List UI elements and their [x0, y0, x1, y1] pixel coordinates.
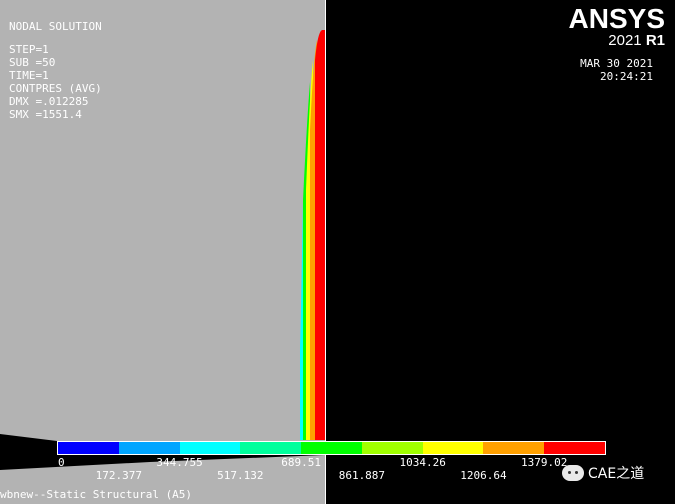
ansys-logo: ANSYS 2021 R1 [569, 5, 665, 49]
legend-swatch [118, 442, 180, 454]
info-step: STEP=1 [9, 43, 49, 56]
legend-label-bottom: 172.377 [95, 469, 142, 482]
legend-label-bottom: 1206.64 [460, 469, 507, 482]
watermark: CAE之道 [562, 463, 644, 483]
legend-swatch [422, 442, 484, 454]
wechat-icon [562, 465, 584, 481]
plot-title: NODAL SOLUTION [9, 20, 102, 33]
contour-legend-bar [57, 441, 606, 455]
legend-swatch [240, 442, 302, 454]
info-time: TIME=1 [9, 69, 49, 82]
legend-label-top: 1034.26 [399, 456, 446, 469]
logo-version-line: 2021 R1 [569, 33, 665, 49]
info-substep: SUB =50 [9, 56, 56, 69]
contour-red-band [315, 30, 325, 440]
watermark-text: CAE之道 [588, 466, 645, 482]
legend-label-bottom: 517.132 [217, 469, 264, 482]
footer-analysis-name: wbnew--Static Structural (A5) [0, 488, 193, 501]
timestamp-date: MAR 30 2021 [580, 57, 653, 70]
logo-version: 2021 [608, 32, 642, 49]
legend-label-top: 0 [58, 456, 65, 469]
legend-swatch [483, 442, 545, 454]
divider-line [325, 0, 326, 504]
legend-label-top: 689.51 [281, 456, 321, 469]
legend-label-bottom: 861.887 [338, 469, 386, 482]
info-smx: SMX =1551.4 [9, 108, 82, 121]
info-dmx: DMX =.012285 [9, 95, 89, 108]
legend-swatch [58, 442, 119, 454]
legend-label-top: 1379.02 [521, 456, 568, 469]
timestamp-time: 20:24:21 [600, 70, 653, 83]
info-result-type: CONTPRES (AVG) [9, 82, 102, 95]
legend-swatch [301, 442, 362, 454]
timestamp-block: MAR 30 2021 20:24:21 [580, 57, 653, 83]
legend-swatch [179, 442, 241, 454]
result-info-block: STEP=1 SUB =50 TIME=1 CONTPRES (AVG) DMX… [9, 43, 102, 121]
logo-release: R1 [645, 32, 665, 49]
legend-swatch [544, 442, 606, 454]
legend-swatch [361, 442, 423, 454]
logo-brand: ANSYS [568, 3, 665, 34]
legend-label-top: 344.755 [156, 456, 203, 469]
graphics-viewport[interactable]: NODAL SOLUTION STEP=1 SUB =50 TIME=1 CON… [0, 0, 675, 504]
